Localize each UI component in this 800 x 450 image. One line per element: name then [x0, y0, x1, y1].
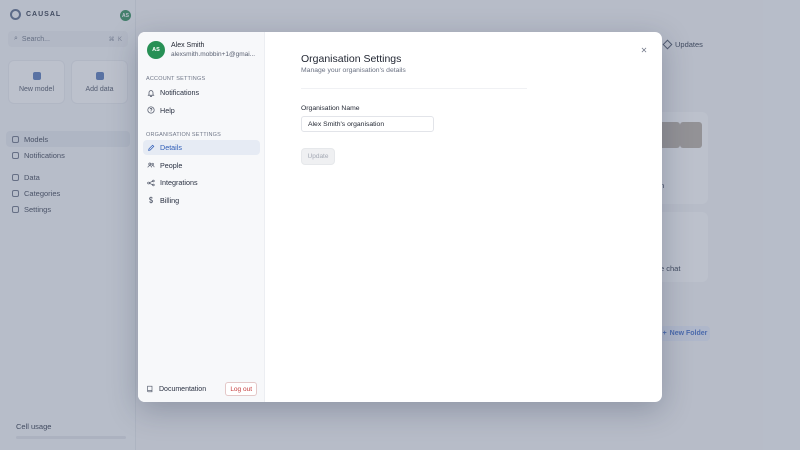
page-subtitle: Manage your organisation's details: [301, 67, 406, 74]
organisation-settings-list: Details People Integrations Billing: [143, 140, 260, 210]
update-button[interactable]: Update: [301, 148, 335, 165]
documentation-link[interactable]: Documentation: [146, 385, 206, 393]
sidebar-item-integrations[interactable]: Integrations: [143, 175, 260, 190]
settings-sidebar: AS Alex Smith alexsmith.mobbin+1@gmai...…: [138, 32, 265, 402]
logout-button[interactable]: Log out: [225, 382, 257, 396]
page-title: Organisation Settings: [301, 53, 402, 65]
organisation-name-input[interactable]: [301, 116, 434, 132]
divider: [301, 88, 527, 89]
sidebar-item-help[interactable]: Help: [143, 103, 260, 118]
user-email: alexsmith.mobbin+1@gmai...: [171, 51, 256, 58]
book-icon: [147, 385, 153, 393]
integrations-icon: [147, 179, 155, 186]
sidebar-item-billing[interactable]: Billing: [143, 193, 260, 208]
settings-modal: AS Alex Smith alexsmith.mobbin+1@gmai...…: [138, 32, 662, 402]
sidebar-item-notifications[interactable]: Notifications: [143, 85, 260, 100]
account-settings-label: ACCOUNT SETTINGS: [146, 76, 206, 82]
avatar: AS: [147, 41, 165, 59]
sidebar-item-people[interactable]: People: [143, 158, 260, 173]
sidebar-item-details[interactable]: Details: [143, 140, 260, 155]
settings-content: Organisation Settings Manage your organi…: [265, 32, 662, 402]
bell-icon: [147, 89, 155, 97]
settings-footer: Documentation Log out: [138, 376, 265, 402]
organisation-name-label: Organisation Name: [301, 105, 360, 112]
close-button[interactable]: [639, 45, 648, 54]
account-settings-list: Notifications Help: [143, 85, 260, 120]
close-icon: [641, 47, 646, 52]
dollar-icon: [149, 196, 153, 204]
user-profile: AS Alex Smith alexsmith.mobbin+1@gmai...: [147, 41, 255, 59]
people-icon: [147, 162, 155, 168]
help-circle-icon: [147, 106, 155, 114]
pencil-icon: [148, 144, 155, 151]
user-name: Alex Smith: [171, 42, 205, 49]
organisation-settings-label: ORGANISATION SETTINGS: [146, 132, 221, 138]
